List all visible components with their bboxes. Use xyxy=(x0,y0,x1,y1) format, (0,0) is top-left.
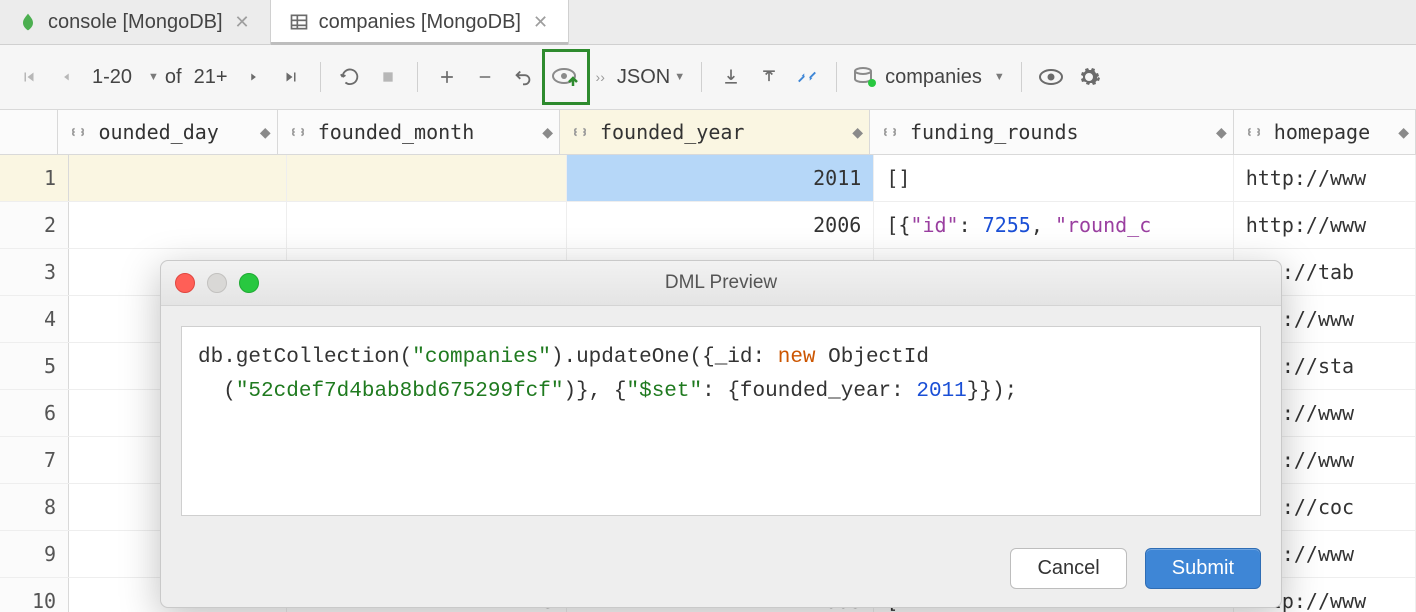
column-header-homepage[interactable]: homepage ◆ xyxy=(1234,110,1416,154)
cell-funding-rounds[interactable]: [{"id": 7255, "round_c xyxy=(874,202,1233,248)
column-header-founded_month[interactable]: founded_month ◆ xyxy=(278,110,560,154)
cell-funding-rounds[interactable]: [] xyxy=(874,155,1233,201)
tab-label: console [MongoDB] xyxy=(48,11,223,34)
column-name-label: funding_rounds xyxy=(910,120,1079,144)
table-icon xyxy=(289,12,309,32)
sort-icon[interactable]: ◆ xyxy=(260,124,267,141)
row-number: 1 xyxy=(0,155,69,201)
sort-icon[interactable]: ◆ xyxy=(1398,124,1405,141)
dialog-buttons: Cancel Submit xyxy=(161,536,1281,607)
chevron-down-icon: ▼ xyxy=(990,71,1005,83)
add-row-button[interactable] xyxy=(428,58,466,96)
dataset-label: companies xyxy=(885,66,982,89)
grid-header: ounded_day◆founded_month◆founded_year◆fu… xyxy=(0,110,1416,155)
column-header-funding_rounds[interactable]: funding_rounds ◆ xyxy=(870,110,1234,154)
dml-code-preview[interactable]: db.getCollection("companies").updateOne(… xyxy=(181,326,1261,516)
cell-founded-day[interactable] xyxy=(69,155,287,201)
close-icon[interactable]: ✕ xyxy=(233,13,252,31)
table-row[interactable]: 2 2006[{"id": 7255, "round_chttp://www xyxy=(0,202,1416,249)
compare-button[interactable] xyxy=(788,58,826,96)
traffic-lights xyxy=(175,273,259,293)
row-number: 3 xyxy=(0,249,69,295)
dml-preview-dialog: DML Preview db.getCollection("companies"… xyxy=(160,260,1282,608)
dialog-title: DML Preview xyxy=(665,272,777,294)
sort-icon[interactable]: ◆ xyxy=(1216,124,1223,141)
column-name-label: homepage xyxy=(1274,120,1370,144)
view-mode-label: JSON xyxy=(617,66,670,89)
page-of-label: of xyxy=(159,66,188,89)
prev-page-button[interactable] xyxy=(48,58,86,96)
tab-companies[interactable]: companies [MongoDB] ✕ xyxy=(271,0,569,44)
tab-label: companies [MongoDB] xyxy=(319,11,521,34)
tab-bar: console [MongoDB] ✕ companies [MongoDB] … xyxy=(0,0,1416,45)
next-page-button[interactable] xyxy=(234,58,272,96)
separator xyxy=(701,62,702,92)
row-number: 8 xyxy=(0,484,69,530)
separator xyxy=(836,62,837,92)
table-row[interactable]: 1 2011[]http://www xyxy=(0,155,1416,202)
reload-button[interactable] xyxy=(331,58,369,96)
last-page-button[interactable] xyxy=(272,58,310,96)
column-header-founded_year[interactable]: founded_year ◆ xyxy=(560,110,870,154)
maximize-window-button[interactable] xyxy=(239,273,259,293)
minimize-window-button[interactable] xyxy=(207,273,227,293)
page-total-label: 21+ xyxy=(188,66,234,89)
sort-icon[interactable]: ◆ xyxy=(852,124,859,141)
row-number: 5 xyxy=(0,343,69,389)
separator xyxy=(320,62,321,92)
cancel-button[interactable]: Cancel xyxy=(1010,548,1126,589)
gear-button[interactable] xyxy=(1070,58,1108,96)
cell-founded-day[interactable] xyxy=(69,202,287,248)
grid-toolbar: 1-20 ▼ of 21+ ›​› JSON ▼ companies ▼ xyxy=(0,45,1416,110)
database-icon xyxy=(853,67,877,87)
row-number: 10 xyxy=(0,578,69,612)
row-number: 9 xyxy=(0,531,69,577)
column-name-label: founded_month xyxy=(318,120,475,144)
cell-founded-year[interactable]: 2011 xyxy=(567,155,874,201)
cell-founded-month[interactable] xyxy=(287,202,567,248)
cell-homepage[interactable]: http://www xyxy=(1234,202,1416,248)
close-icon[interactable]: ✕ xyxy=(531,13,550,31)
more-icon[interactable]: ›​› xyxy=(590,69,611,85)
leaf-icon xyxy=(18,12,38,32)
dataset-picker[interactable]: companies ▼ xyxy=(847,66,1011,89)
eye-button[interactable] xyxy=(1032,58,1070,96)
first-page-button[interactable] xyxy=(10,58,48,96)
tab-console[interactable]: console [MongoDB] ✕ xyxy=(0,0,271,44)
chevron-down-icon: ▼ xyxy=(670,71,685,83)
page-range-picker[interactable]: 1-20 ▼ xyxy=(86,66,159,89)
sort-icon[interactable]: ◆ xyxy=(542,124,549,141)
row-number: 6 xyxy=(0,390,69,436)
column-name-label: founded_year xyxy=(600,120,745,144)
preview-pending-dml-button[interactable] xyxy=(547,58,585,96)
dialog-titlebar[interactable]: DML Preview xyxy=(161,261,1281,306)
separator xyxy=(417,62,418,92)
page-range-label: 1-20 xyxy=(86,66,138,89)
submit-button[interactable]: Submit xyxy=(1145,548,1261,589)
close-window-button[interactable] xyxy=(175,273,195,293)
row-number: 2 xyxy=(0,202,69,248)
import-button[interactable] xyxy=(750,58,788,96)
column-name-label: ounded_day xyxy=(98,120,218,144)
cell-founded-month[interactable] xyxy=(287,155,567,201)
dialog-body: db.getCollection("companies").updateOne(… xyxy=(161,306,1281,536)
preview-changes-button-highlighted xyxy=(542,49,590,105)
revert-button[interactable] xyxy=(504,58,542,96)
export-button[interactable] xyxy=(712,58,750,96)
cell-homepage[interactable]: http://www xyxy=(1234,155,1416,201)
stop-button[interactable] xyxy=(369,58,407,96)
view-mode-picker[interactable]: JSON ▼ xyxy=(611,66,691,89)
chevron-down-icon: ▼ xyxy=(144,71,159,83)
row-number: 7 xyxy=(0,437,69,483)
column-header-ounded_day[interactable]: ounded_day ◆ xyxy=(58,110,277,154)
row-number: 4 xyxy=(0,296,69,342)
grid-corner xyxy=(0,110,58,154)
separator xyxy=(1021,62,1022,92)
delete-row-button[interactable] xyxy=(466,58,504,96)
cell-founded-year[interactable]: 2006 xyxy=(567,202,874,248)
